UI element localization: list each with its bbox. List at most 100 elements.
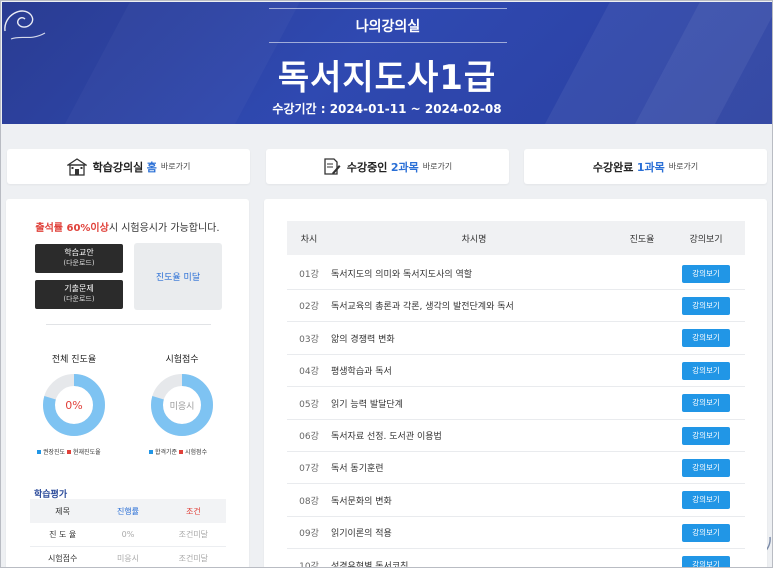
attendance-notice: 출석률 60%이상시 시험응시가 가능합니다. [6,219,249,234]
divider [46,324,211,325]
eval-cell: 미응시 [116,554,140,563]
lecture-table-header: 차시 차시명 진도율 강의보기 [287,221,745,255]
lecture-title: 평생학습과 독서 [331,367,392,378]
course-period: 수강기간 : 2024-01-11 ~ 2024-02-08 [272,102,502,116]
eval-header-condition: 조건 [185,506,201,516]
course-header: 나의강의실 독서지도사1급 수강기간 : 2024-01-11 ~ 2024-0… [2,2,772,124]
lecture-title: 독서지도의 의미와 독서지도사의 역할 [331,270,473,280]
home-card-label: 학습강의실 [92,160,144,174]
eval-header-progress: 진행률 [116,506,140,516]
ongoing-card-suffix: 바로가기 [422,162,453,171]
lecture-view-cell: 강의보기 [667,394,745,413]
eval-cell: 조건미달 [178,554,209,563]
header-no: 차시 [300,234,318,245]
score-gauge-title: 시험점수 [165,355,199,365]
lecture-number: 05강 [299,399,319,410]
home-card-suffix: 바로가기 [160,162,191,171]
evaluation-header-row: 제목 진행률 조건 [30,499,226,523]
lecture-view-cell: 강의보기 [667,426,745,445]
eval-cell: 조건미달 [178,530,209,539]
evaluation-table: 제목 진행률 조건 진 도 율 0% 조건미달 시험점수 미응시 조건미달 [30,499,226,567]
lecture-view-cell: 강의보기 [667,491,745,510]
completed-card-suffix: 바로가기 [668,162,699,171]
legend-score: 시험점수 [185,449,208,456]
watch-lecture-button[interactable]: 강의보기 [682,296,730,315]
legend-pass: 합격기준 [155,449,178,456]
lecture-title: 독서자료 선정. 도서관 이용법 [331,432,442,442]
table-row: 04강 평생학습과 독서 강의보기 [287,355,745,388]
lecture-number: 07강 [299,464,319,475]
table-row: 02강 독서교육의 총론과 각론, 생각의 발전단계와 독서 강의보기 [287,290,745,323]
home-card-highlight: 홈 [146,160,157,174]
lecture-title: 읽기이론의 적용 [331,529,392,540]
lecture-title: 성경유형별 독서코칭 [331,561,409,568]
page-frame: 나의강의실 독서지도사1급 수강기간 : 2024-01-11 ~ 2024-0… [0,0,773,568]
lecture-view-cell: 강의보기 [667,523,745,542]
completed-card-label: 수강완료 [592,160,634,174]
lecture-number: 02강 [299,302,319,313]
lecture-title: 독서문화의 변화 [331,496,392,507]
legend-recommended: 권장진도 [43,449,66,456]
watch-lecture-button[interactable]: 강의보기 [682,329,730,348]
progress-gauge-title: 전체 진도율 [51,355,97,365]
past-exam-label: 기출문제 [64,284,94,293]
eval-cell: 진 도 율 [49,530,77,539]
progress-status-box: 진도율 미달 [134,243,222,310]
eval-header-title: 제목 [55,506,71,516]
watch-lecture-button[interactable]: 강의보기 [682,361,730,380]
lecture-list-panel: 차시 차시명 진도율 강의보기 01강 독서지도의 의미와 독서지도사의 역할 강의… [264,199,767,568]
learning-status-panel: 출석률 60%이상시 시험응시가 가능합니다. 학습교안 (다운로드) 기출문제… [6,199,249,567]
progress-gauge: 0% [43,374,105,436]
watch-lecture-button[interactable]: 강의보기 [682,394,730,413]
progress-gauge-legend: 권장진도 현재진도율 [37,447,101,456]
table-row: 10강 성경유형별 독서코칭 강의보기 [287,550,745,568]
lecture-view-cell: 강의보기 [667,264,745,283]
completed-card-highlight: 1과목 [636,160,665,174]
eval-cell: 0% [121,530,135,539]
lecture-title: 읽기 능력 발달단계 [331,399,403,410]
course-title: 독서지도사1급 [277,58,497,98]
ongoing-card-highlight: 2과목 [390,160,419,174]
progress-gauge-value: 0% [65,399,82,412]
school-building-icon [66,157,87,176]
past-exam-download-button[interactable]: 기출문제 (다운로드) [35,280,123,309]
header-view: 강의보기 [689,234,723,245]
home-shortcut-card[interactable]: 학습강의실 홈 바로가기 [7,149,250,184]
progress-status-text: 진도율 미달 [155,273,201,283]
swirl-ornament-icon [4,10,46,40]
score-gauge-value: 미응시 [170,401,195,412]
attendance-notice-highlight: 출석률 60%이상 [35,223,109,234]
lecture-view-cell: 강의보기 [667,556,745,567]
watch-lecture-button[interactable]: 강의보기 [682,264,730,283]
completed-courses-card[interactable]: 수강완료 1과목 바로가기 [524,149,767,184]
header-title: 차시명 [461,234,487,245]
lecture-view-cell: 강의보기 [667,458,745,477]
lecture-number: 01강 [299,270,319,280]
table-row: 03강 앎의 경쟁력 변화 강의보기 [287,323,745,355]
table-row: 05강 읽기 능력 발달단계 강의보기 [287,388,745,420]
score-gauge: 미응시 [151,374,213,436]
attendance-notice-text: 시 시험응시가 가능합니다. [108,223,220,234]
document-edit-icon [324,157,341,175]
watch-lecture-button[interactable]: 강의보기 [682,491,730,510]
header-progress: 진도율 [629,234,655,245]
table-row: 08강 독서문화의 변화 강의보기 [287,485,745,517]
header-subtitle: 나의강의실 [355,19,421,35]
study-material-download-button[interactable]: 학습교안 (다운로드) [35,244,123,273]
lecture-number: 03강 [299,334,319,345]
lecture-number: 04강 [299,367,319,378]
lecture-view-cell: 강의보기 [667,296,745,315]
lecture-view-cell: 강의보기 [667,361,745,380]
lecture-title: 독서 동기훈련 [331,464,384,475]
watch-lecture-button[interactable]: 강의보기 [682,556,730,567]
eval-cell: 시험점수 [47,554,78,563]
ongoing-courses-card[interactable]: 수강중인 2과목 바로가기 [266,149,509,184]
watch-lecture-button[interactable]: 강의보기 [682,426,730,445]
watch-lecture-button[interactable]: 강의보기 [682,523,730,542]
table-row: 시험점수 미응시 조건미달 [30,547,226,567]
lecture-view-cell: 강의보기 [667,329,745,348]
study-material-sublabel: (다운로드) [63,259,95,267]
watch-lecture-button[interactable]: 강의보기 [682,458,730,477]
legend-current: 현재진도율 [73,449,101,456]
ongoing-card-label: 수강중인 [346,160,388,174]
